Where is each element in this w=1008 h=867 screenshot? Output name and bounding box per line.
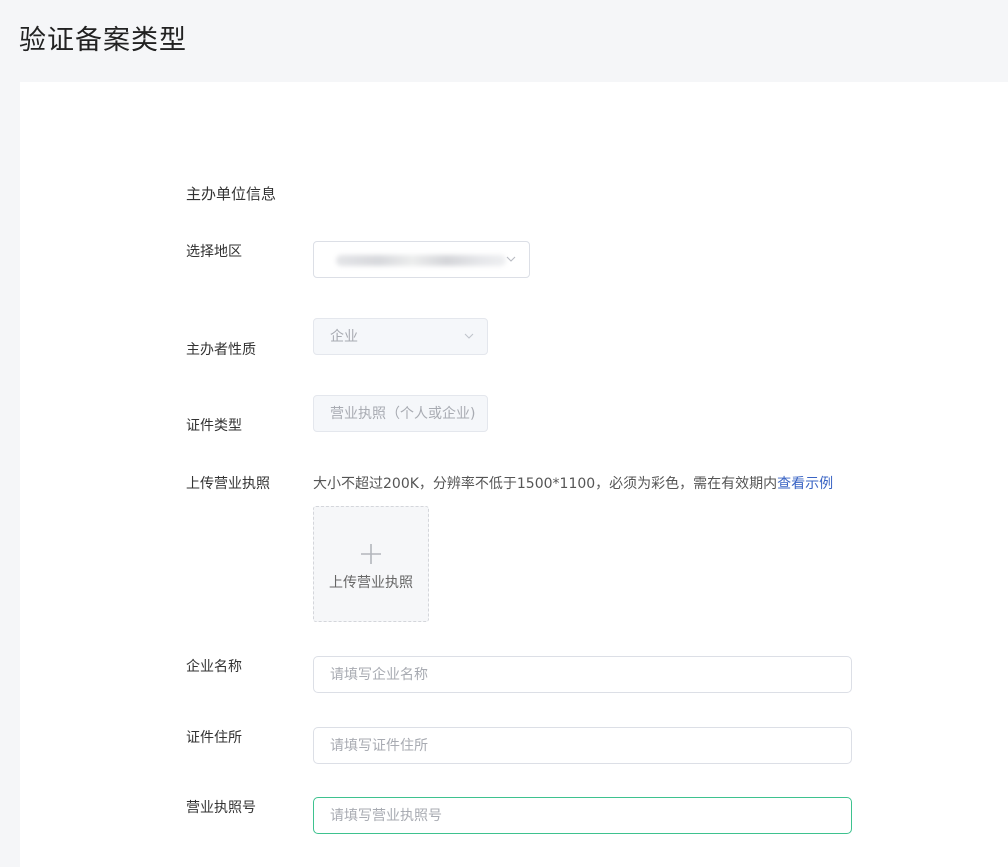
certificate-type-select[interactable]: 营业执照（个人或企业) bbox=[313, 395, 488, 432]
certificate-type-value: 营业执照（个人或企业) bbox=[330, 406, 476, 422]
upload-hint: 大小不超过200K，分辨率不低于1500*1100，必须为彩色，需在有效期内查看… bbox=[313, 474, 833, 494]
license-number-label: 营业执照号 bbox=[186, 800, 256, 816]
region-select[interactable] bbox=[313, 241, 530, 278]
upload-license-button[interactable]: 上传营业执照 bbox=[313, 506, 429, 622]
company-name-label: 企业名称 bbox=[186, 659, 242, 675]
upload-hint-text: 大小不超过200K，分辨率不低于1500*1100，必须为彩色，需在有效期内 bbox=[313, 476, 778, 492]
chevron-down-icon bbox=[506, 256, 516, 262]
section-title: 主办单位信息 bbox=[186, 185, 277, 203]
region-value-redacted bbox=[336, 255, 506, 266]
certificate-type-label: 证件类型 bbox=[186, 418, 242, 434]
license-number-input[interactable] bbox=[313, 797, 852, 834]
chevron-down-icon bbox=[464, 333, 474, 339]
page-title: 验证备案类型 bbox=[19, 25, 187, 56]
plus-icon bbox=[314, 535, 428, 571]
certificate-address-label: 证件住所 bbox=[186, 730, 242, 746]
view-example-link[interactable]: 查看示例 bbox=[777, 476, 833, 492]
organizer-nature-select[interactable]: 企业 bbox=[313, 318, 488, 355]
upload-button-label: 上传营业执照 bbox=[329, 575, 413, 591]
upload-license-label: 上传营业执照 bbox=[186, 476, 270, 492]
organizer-nature-label: 主办者性质 bbox=[186, 342, 256, 358]
company-name-input[interactable] bbox=[313, 656, 852, 693]
organizer-nature-value: 企业 bbox=[330, 329, 358, 345]
region-label: 选择地区 bbox=[186, 244, 242, 260]
certificate-address-input[interactable] bbox=[313, 727, 852, 764]
